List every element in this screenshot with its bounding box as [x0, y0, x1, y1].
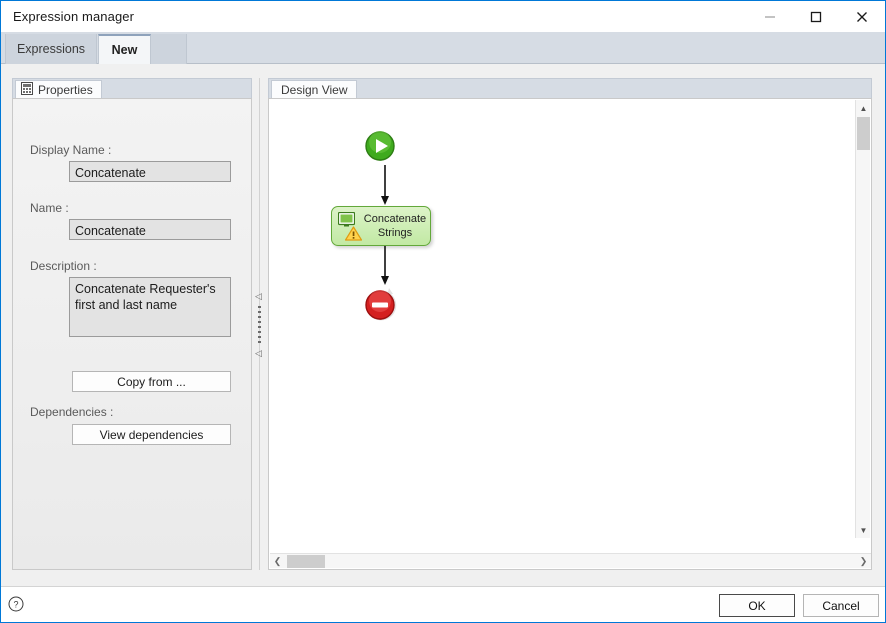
dependencies-label: Dependencies :	[30, 405, 114, 419]
vertical-scrollbar[interactable]: ▲ ▼	[855, 100, 870, 538]
window-controls	[747, 1, 885, 32]
vertical-scrollbar-thumb[interactable]	[857, 117, 870, 150]
splitter-grip[interactable]	[258, 306, 261, 344]
cancel-button[interactable]: Cancel	[803, 594, 879, 617]
start-node[interactable]	[361, 127, 399, 165]
dialog-body: Properties Display Name : Concatenate Na…	[1, 64, 885, 586]
horizontal-scrollbar[interactable]: ❮ ❯	[270, 553, 871, 568]
tab-properties-label: Properties	[38, 83, 93, 97]
tab-design-view[interactable]: Design View	[271, 80, 358, 99]
main-tab-strip: Expressions New	[1, 32, 885, 64]
horizontal-scrollbar-thumb[interactable]	[287, 555, 325, 568]
properties-content: Display Name : Concatenate Name : Concat…	[12, 98, 252, 570]
description-field[interactable]: Concatenate Requester's first and last n…	[69, 277, 231, 337]
activity-node-label: Concatenate Strings	[362, 212, 428, 240]
copy-from-button[interactable]: Copy from ...	[72, 371, 231, 392]
activity-label-line2: Strings	[377, 227, 413, 239]
display-name-field[interactable]: Concatenate	[69, 161, 231, 182]
name-field[interactable]: Concatenate	[69, 219, 231, 240]
scroll-down-icon[interactable]: ▼	[856, 522, 871, 538]
tab-strip-filler	[151, 34, 187, 64]
view-dependencies-button[interactable]: View dependencies	[72, 424, 231, 445]
maximize-button[interactable]	[793, 1, 839, 32]
tab-properties[interactable]: Properties	[15, 80, 102, 99]
design-tab-row: Design View	[268, 78, 872, 99]
activity-label-line1: Concatenate	[363, 213, 427, 225]
design-canvas[interactable]: Concatenate Strings ▲ ▼ ❮ ❯	[268, 98, 872, 570]
window-title: Expression manager	[13, 9, 135, 24]
flow-arrow-start-to-activity	[381, 165, 389, 205]
scroll-left-icon[interactable]: ❮	[270, 554, 285, 569]
tab-new[interactable]: New	[98, 34, 151, 64]
properties-grid-icon	[21, 82, 33, 98]
dialog-footer: ? OK Cancel	[1, 586, 885, 622]
help-icon[interactable]: ?	[8, 596, 24, 612]
activity-node[interactable]: Concatenate Strings	[331, 206, 431, 246]
properties-panel: Properties Display Name : Concatenate Na…	[12, 78, 252, 570]
design-panel: Design View Concatenate Strings ▲ ▼ ❮ ❯	[268, 78, 872, 570]
ok-button[interactable]: OK	[719, 594, 795, 617]
svg-text:?: ?	[13, 600, 18, 610]
name-label: Name :	[30, 201, 69, 215]
end-node[interactable]	[361, 286, 399, 324]
tab-expressions-label: Expressions	[16, 42, 86, 56]
flow-arrow-activity-to-end	[381, 246, 389, 285]
scroll-right-icon[interactable]: ❯	[856, 554, 871, 569]
tab-new-label: New	[111, 43, 138, 57]
tab-expressions[interactable]: Expressions	[5, 34, 97, 64]
properties-tab-row: Properties	[12, 78, 252, 99]
close-button[interactable]	[839, 1, 885, 32]
flow-diagram: Concatenate Strings	[269, 99, 855, 553]
title-bar: Expression manager	[1, 1, 885, 32]
splitter-collapse-arrow-bottom[interactable]: ◁	[255, 348, 262, 358]
display-name-label: Display Name :	[30, 143, 112, 157]
description-label: Description :	[30, 259, 97, 273]
tab-design-view-label: Design View	[281, 83, 348, 97]
panel-splitter[interactable]: ◁ ◁	[253, 78, 267, 570]
splitter-collapse-arrow-top[interactable]: ◁	[255, 291, 262, 301]
warning-icon	[344, 226, 363, 246]
expression-manager-window: Expression manager Expressions New Prope…	[0, 0, 886, 623]
minimize-button[interactable]	[747, 1, 793, 32]
scroll-up-icon[interactable]: ▲	[856, 100, 871, 116]
